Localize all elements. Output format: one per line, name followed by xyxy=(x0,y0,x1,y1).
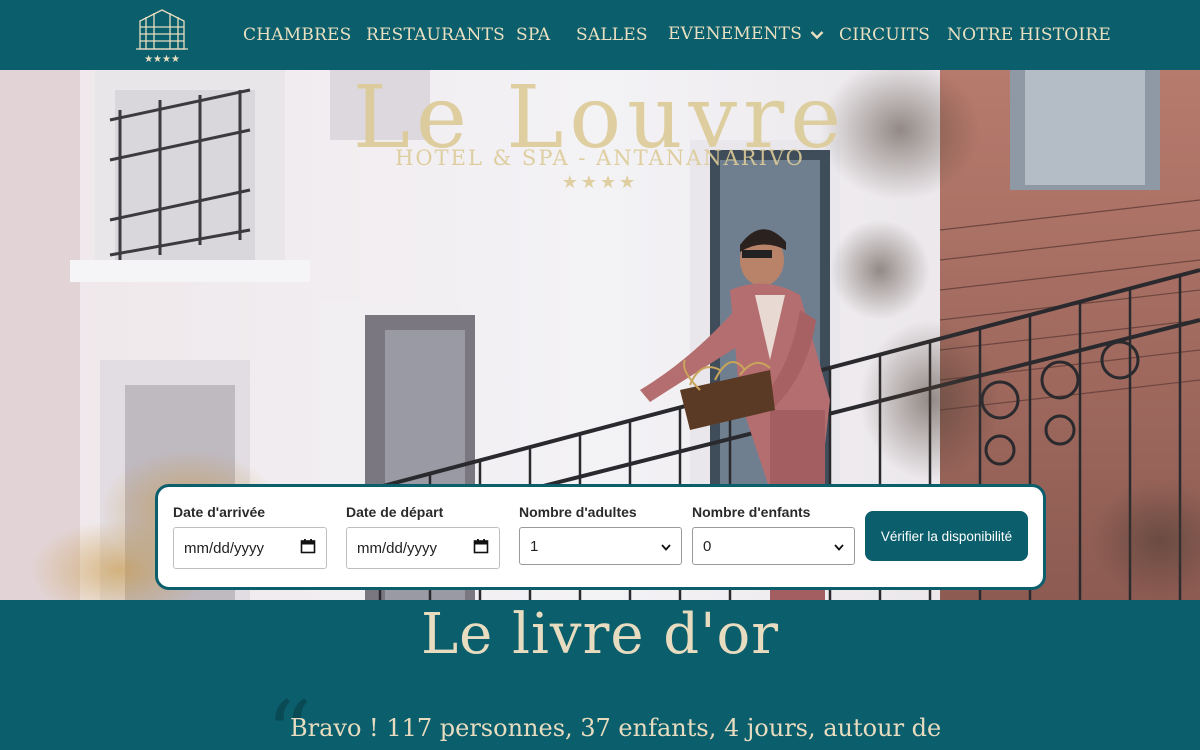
nav-item-evenements-label: EVENEMENTS xyxy=(668,24,803,44)
guestbook-title: Le livre d'or xyxy=(420,602,780,667)
children-label: Nombre d'enfants xyxy=(692,504,811,520)
children-field: Nombre d'enfants 0 xyxy=(692,504,856,565)
departure-date-value: mm/dd/yyyy xyxy=(357,539,438,557)
top-navbar: ★★★★ CHAMBRES RESTAURANTS SPA SALLES EVE… xyxy=(0,0,1200,70)
nav-item-notre-histoire[interactable]: NOTRE HISTOIRE xyxy=(947,25,1111,45)
arrival-date-input[interactable]: mm/dd/yyyy xyxy=(173,527,327,569)
children-value: 0 xyxy=(703,537,712,555)
adults-label: Nombre d'adultes xyxy=(519,504,637,520)
logo-stars: ★★★★ xyxy=(144,54,180,65)
children-select[interactable]: 0 xyxy=(692,527,855,565)
arrival-date-field: Date d'arrivée mm/dd/yyyy xyxy=(173,504,328,569)
departure-date-field: Date de départ mm/dd/yyyy xyxy=(346,504,501,569)
nav-item-restaurants[interactable]: RESTAURANTS xyxy=(366,25,505,45)
nav-item-salles[interactable]: SALLES xyxy=(576,25,648,45)
booking-form: Date d'arrivée mm/dd/yyyy Date de départ… xyxy=(155,484,1046,590)
hotel-brand-overlay: Le Louvre HOTEL & SPA - ANTANANARIVO ★★★… xyxy=(300,70,900,193)
arrival-date-value: mm/dd/yyyy xyxy=(184,539,265,557)
calendar-icon[interactable] xyxy=(473,538,489,558)
adults-field: Nombre d'adultes 1 xyxy=(519,504,683,565)
nav-item-circuits[interactable]: CIRCUITS xyxy=(839,25,930,45)
chevron-down-icon xyxy=(834,538,844,555)
nav-item-chambres[interactable]: CHAMBRES xyxy=(243,25,351,45)
guestbook-testimonial: Bravo ! 117 personnes, 37 enfants, 4 jou… xyxy=(290,714,942,742)
chevron-down-icon xyxy=(810,25,824,45)
departure-date-input[interactable]: mm/dd/yyyy xyxy=(346,527,500,569)
hotel-logo[interactable]: ★★★★ xyxy=(134,7,190,65)
departure-date-label: Date de départ xyxy=(346,504,444,520)
adults-value: 1 xyxy=(530,537,539,555)
brand-stars: ★★★★ xyxy=(561,172,639,192)
nav-item-evenements[interactable]: EVENEMENTS xyxy=(668,24,824,45)
check-availability-button[interactable]: Vérifier la disponibilité xyxy=(865,511,1028,561)
adults-select[interactable]: 1 xyxy=(519,527,682,565)
nav-item-spa[interactable]: SPA xyxy=(516,25,550,45)
arrival-date-label: Date d'arrivée xyxy=(173,504,266,520)
calendar-icon[interactable] xyxy=(300,538,316,558)
chevron-down-icon xyxy=(661,538,671,555)
